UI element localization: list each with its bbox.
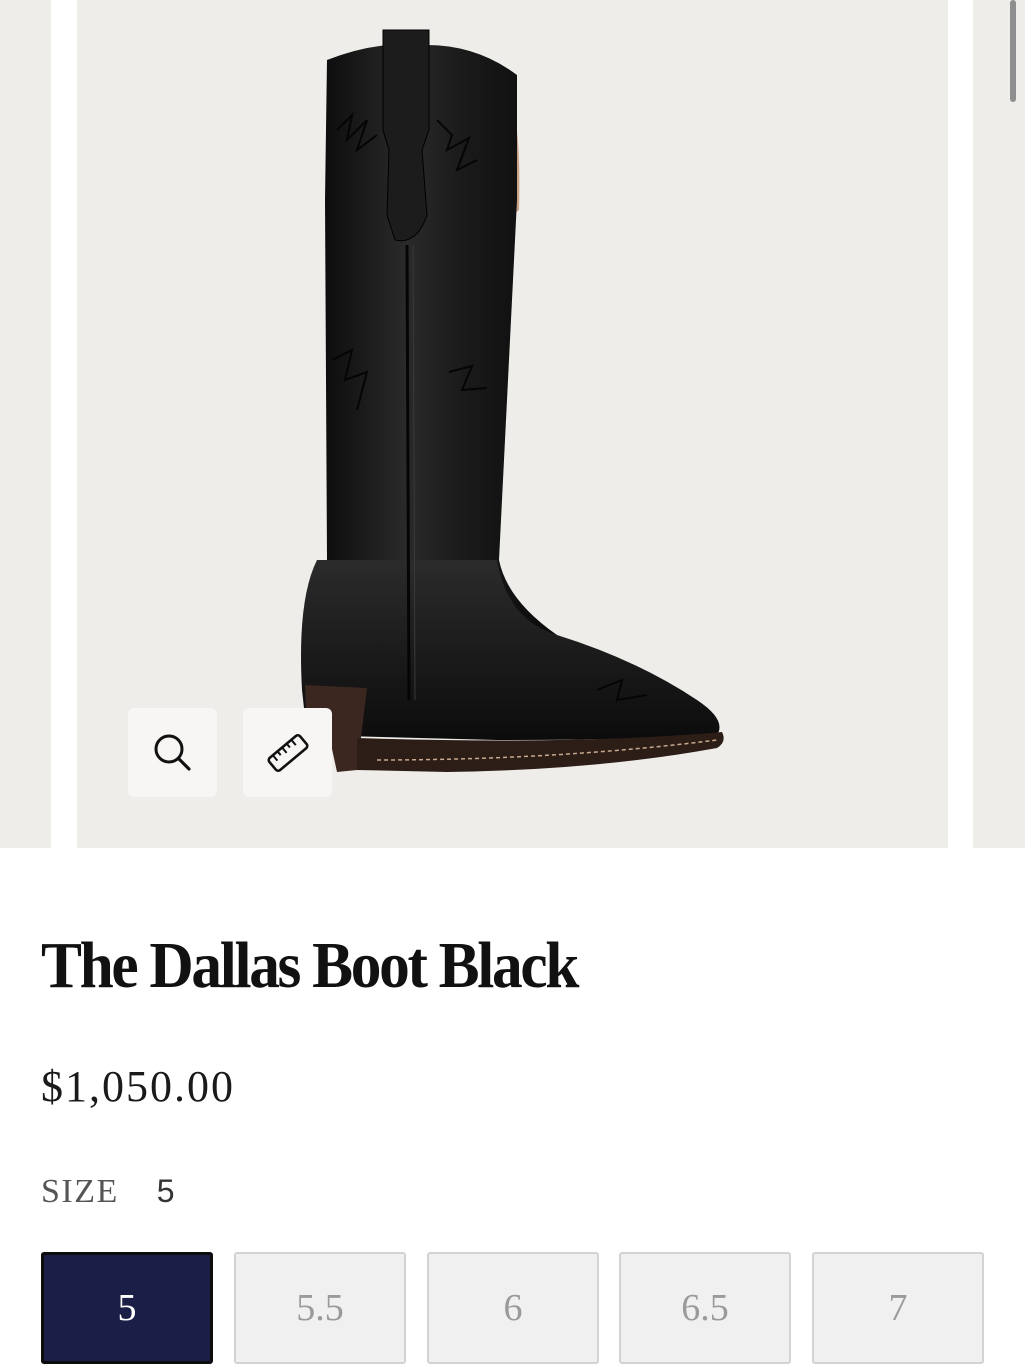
size-option-5-5[interactable]: 5.5 [234, 1252, 406, 1364]
size-selector-header: SIZE 5 [41, 1173, 175, 1211]
size-options: 5 5.5 6 6.5 7 [41, 1252, 985, 1367]
zoom-button[interactable] [128, 708, 217, 797]
size-label: SIZE [41, 1173, 119, 1210]
product-title: The Dallas Boot Black [41, 929, 579, 1002]
scrollbar-thumb[interactable] [1010, 0, 1016, 102]
selected-size-value: 5 [156, 1173, 175, 1209]
next-image-peek[interactable] [973, 0, 1025, 848]
product-image-gallery[interactable] [0, 0, 1025, 848]
product-price: $1,050.00 [41, 1062, 235, 1111]
size-option-7[interactable]: 7 [812, 1252, 984, 1364]
previous-image-peek[interactable] [0, 0, 51, 848]
ruler-icon [266, 733, 309, 772]
size-option-6-5[interactable]: 6.5 [619, 1252, 791, 1364]
main-product-image[interactable] [77, 0, 948, 848]
size-option-5[interactable]: 5 [41, 1252, 213, 1364]
size-option-6[interactable]: 6 [427, 1252, 599, 1364]
size-guide-button[interactable] [243, 708, 332, 797]
search-icon [154, 734, 191, 771]
